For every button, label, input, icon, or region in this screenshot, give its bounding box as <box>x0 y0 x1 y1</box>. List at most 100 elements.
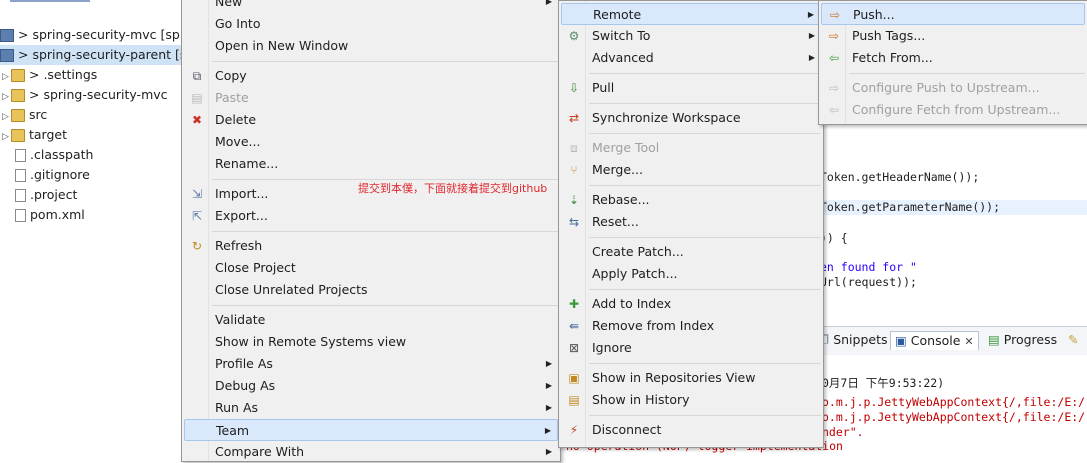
tree-item-label: .gitignore <box>30 167 90 182</box>
menu-item-create-patch[interactable]: Create Patch... <box>561 241 821 263</box>
menu-item-label: Export... <box>215 208 268 223</box>
annotation-note: 提交到本僕，下面就接着提交到github <box>358 182 548 195</box>
menu-item-reset[interactable]: ⇆ Reset... <box>561 211 821 233</box>
expand-arrow-icon[interactable]: ▷ <box>2 127 11 147</box>
menu-separator <box>589 133 821 134</box>
tree-item-gitignore[interactable]: .gitignore <box>15 165 90 185</box>
submenu-arrow-icon: ▶ <box>808 31 815 40</box>
menu-item-show-in-repositories[interactable]: ▣ Show in Repositories View <box>561 367 821 389</box>
menu-item-label: Team <box>216 423 250 438</box>
remove-index-icon: ⇚ <box>568 319 580 333</box>
menu-separator <box>212 61 558 62</box>
menu-item-ignore[interactable]: ⊠ Ignore <box>561 337 821 359</box>
tab-snippets[interactable]: ❐ Snippets <box>818 331 888 349</box>
tree-item-src[interactable]: ▷ src <box>2 105 47 125</box>
menu-item-label: Show in Repositories View <box>592 370 756 385</box>
expand-arrow-icon[interactable]: ▷ <box>2 107 11 127</box>
menu-item-show-remote-systems[interactable]: Show in Remote Systems view <box>184 331 558 353</box>
menu-item-synchronize[interactable]: ⇄ Synchronize Workspace <box>561 107 821 129</box>
menu-item-debug-as[interactable]: Debug As ▶ <box>184 375 558 397</box>
tree-item-target[interactable]: ▷ target <box>2 125 67 145</box>
menu-item-move[interactable]: Move... <box>184 131 558 153</box>
menu-item-close-unrelated[interactable]: Close Unrelated Projects <box>184 279 558 301</box>
menu-item-new[interactable]: New ▶ <box>184 0 558 13</box>
tree-item-label: .classpath <box>30 147 94 162</box>
tree-item-module[interactable]: ▷ > spring-security-mvc <box>2 85 168 105</box>
menu-item-show-in-history[interactable]: ▤ Show in History <box>561 389 821 411</box>
menu-item-configure-fetch[interactable]: ⇦ Configure Fetch from Upstream... <box>821 99 1085 121</box>
menu-item-paste[interactable]: ▤ Paste <box>184 87 558 109</box>
menu-item-open-new-window[interactable]: Open in New Window <box>184 35 558 57</box>
submenu-arrow-icon: ▶ <box>807 10 814 19</box>
console-output[interactable]: 0月7日 下午9:53:22) o.m.j.p.JettyWebAppConte… <box>818 355 1087 453</box>
menu-item-compare-with[interactable]: Compare With ▶ <box>184 441 558 463</box>
menu-item-label: Reset... <box>592 214 639 229</box>
menu-item-run-as[interactable]: Run As ▶ <box>184 397 558 419</box>
tree-item-pom[interactable]: pom.xml <box>15 205 85 225</box>
menu-item-label: Paste <box>215 90 249 105</box>
menu-item-label: Disconnect <box>592 422 662 437</box>
menu-separator <box>589 237 821 238</box>
menu-item-rebase[interactable]: ⇣ Rebase... <box>561 189 821 211</box>
menu-item-close-project[interactable]: Close Project <box>184 257 558 279</box>
expand-arrow-icon[interactable]: ▷ <box>2 67 11 87</box>
menu-item-pull[interactable]: ⇩ Pull <box>561 77 821 99</box>
menu-item-export[interactable]: ⇱ Export... <box>184 205 558 227</box>
menu-item-add-to-index[interactable]: ✚ Add to Index <box>561 293 821 315</box>
menu-item-go-into[interactable]: Go Into <box>184 13 558 35</box>
code-editor[interactable]: Token.getHeaderName()); Token.getParamet… <box>818 124 1087 324</box>
project-icon <box>0 49 14 62</box>
menu-item-label: Move... <box>215 134 261 149</box>
tree-item-classpath[interactable]: .classpath <box>15 145 93 165</box>
menu-item-label: Apply Patch... <box>592 266 678 281</box>
menu-item-push-tags[interactable]: ⇨ Push Tags... <box>821 25 1085 47</box>
expand-arrow-icon[interactable]: ▷ <box>2 87 11 107</box>
menu-separator <box>589 185 821 186</box>
tree-item-label: > spring-security-mvc <box>29 87 168 102</box>
menu-item-merge[interactable]: ⑂ Merge... <box>561 159 821 181</box>
menu-item-switch-to[interactable]: ⚙ Switch To ▶ <box>561 25 821 47</box>
close-icon[interactable]: ✕ <box>964 335 973 348</box>
project-icon <box>0 29 14 42</box>
menu-item-profile-as[interactable]: Profile As ▶ <box>184 353 558 375</box>
menu-item-remove-from-index[interactable]: ⇚ Remove from Index <box>561 315 821 337</box>
menu-separator <box>212 231 558 232</box>
tree-item-label: target <box>29 127 68 142</box>
menu-item-apply-patch[interactable]: Apply Patch... <box>561 263 821 285</box>
pin-icon[interactable]: ✎ <box>1068 331 1078 349</box>
submenu-arrow-icon: ▶ <box>545 359 552 368</box>
tree-item-selected-project[interactable]: > spring-security-parent [sp <box>0 45 181 65</box>
menu-item-delete[interactable]: ✖ Delete <box>184 109 558 131</box>
menu-item-label: Create Patch... <box>592 244 684 259</box>
code-line: )) { <box>820 231 848 245</box>
menu-item-copy[interactable]: ⧉ Copy <box>184 65 558 87</box>
menu-item-configure-push[interactable]: ⇨ Configure Push to Upstream... <box>821 77 1085 99</box>
menu-item-rename[interactable]: Rename... <box>184 153 558 175</box>
copy-icon: ⧉ <box>192 69 202 83</box>
repositories-icon: ▣ <box>568 371 580 385</box>
menu-item-disconnect[interactable]: ⚡ Disconnect <box>561 419 821 441</box>
menu-item-label: Import... <box>215 186 269 201</box>
menu-item-label: Add to Index <box>592 296 672 311</box>
tree-item-project-file[interactable]: .project <box>15 185 77 205</box>
tree-item-project[interactable]: > spring-security-mvc [sprin <box>0 25 181 45</box>
tab-progress[interactable]: ▤ Progress <box>988 331 1057 349</box>
switch-icon: ⚙ <box>568 29 580 43</box>
disconnect-icon: ⚡ <box>569 423 579 437</box>
menu-item-label: Push Tags... <box>852 28 926 43</box>
menu-item-remote[interactable]: Remote ▶ <box>561 3 821 25</box>
menu-item-validate[interactable]: Validate <box>184 309 558 331</box>
menu-item-team[interactable]: Team ▶ <box>184 419 558 441</box>
tree-item-label: .project <box>30 187 78 202</box>
menu-item-refresh[interactable]: ↻ Refresh <box>184 235 558 257</box>
file-icon <box>15 149 26 162</box>
menu-item-merge-tool[interactable]: ⧈ Merge Tool <box>561 137 821 159</box>
tab-console[interactable]: ▣ Console ✕ <box>890 331 979 350</box>
code-line: Token.getHeaderName()); <box>820 170 980 184</box>
menu-item-label: Merge Tool <box>592 140 660 155</box>
menu-item-fetch-from[interactable]: ⇦ Fetch From... <box>821 47 1085 69</box>
tree-item-settings[interactable]: ▷ > .settings <box>2 65 97 85</box>
menu-item-label: New <box>215 0 243 9</box>
menu-item-advanced[interactable]: Advanced ▶ <box>561 47 821 69</box>
menu-item-push[interactable]: ⇨ Push... <box>821 3 1085 25</box>
